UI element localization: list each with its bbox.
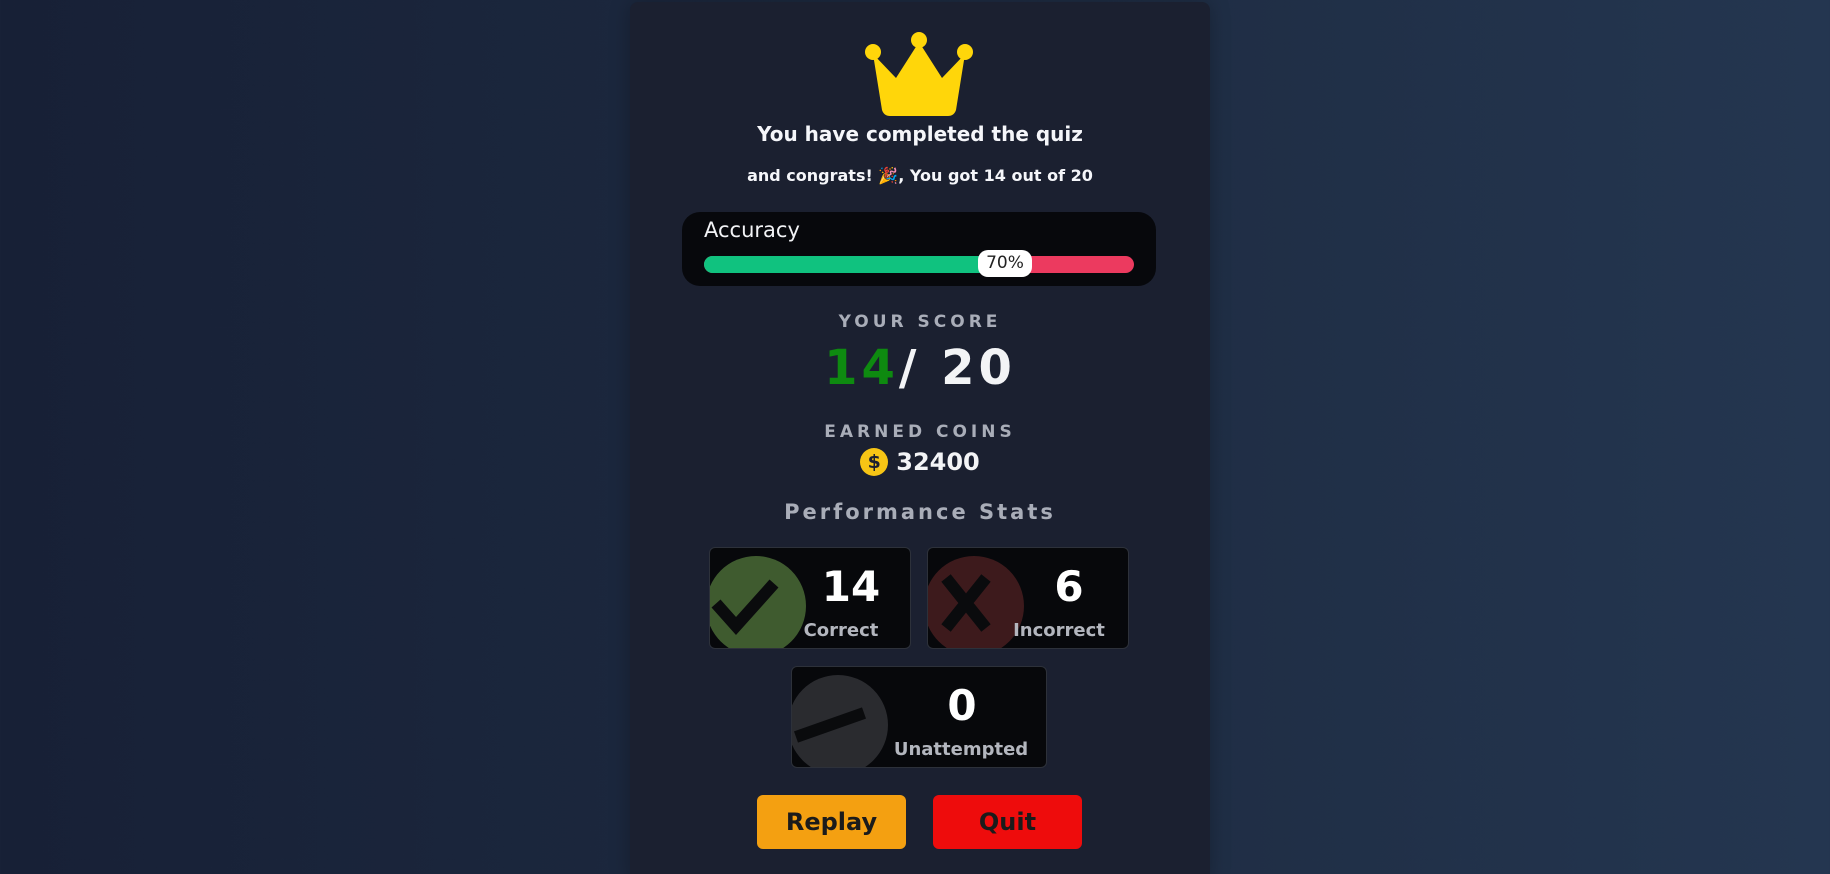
accuracy-bar-fill — [704, 256, 1005, 273]
score-total: / 20 — [898, 340, 1016, 396]
stat-correct: 14 Correct — [709, 547, 911, 649]
subtitle-prefix: and congrats! 🎉, You got — [747, 166, 979, 185]
coins-display: $ 32400 — [630, 448, 1210, 476]
stat-correct-value: 14 — [821, 562, 881, 611]
subtitle-total: 20 — [1070, 166, 1093, 185]
subtitle-got: 14 — [983, 166, 1006, 185]
stat-incorrect-value: 6 — [1054, 562, 1084, 611]
completion-subtitle: and congrats! 🎉, You got 14 out of 20 — [630, 166, 1210, 185]
coins-value: 32400 — [896, 448, 980, 476]
accuracy-percent: 70% — [978, 250, 1032, 277]
accuracy-label: Accuracy — [704, 218, 800, 242]
quit-button[interactable]: Quit — [933, 795, 1082, 849]
stat-unattempted-label: Unattempted — [893, 739, 1029, 760]
score-caption: YOUR SCORE — [838, 312, 1002, 332]
dollar-coin-icon: $ — [860, 448, 889, 476]
stat-unattempted-value: 0 — [947, 681, 977, 730]
completion-title: You have completed the quiz — [757, 122, 1083, 146]
score-display: 14/ 20 — [630, 340, 1210, 396]
crown-icon — [865, 32, 973, 116]
score-got: 14 — [824, 340, 899, 396]
subtitle-mid: out of — [1011, 166, 1066, 185]
stat-unattempted: 0 Unattempted — [791, 666, 1047, 768]
stat-correct-label: Correct — [803, 620, 879, 641]
stat-incorrect-label: Incorrect — [1013, 620, 1105, 641]
replay-button[interactable]: Replay — [757, 795, 906, 849]
dash-icon — [792, 675, 888, 767]
accuracy-panel: Accuracy 70% — [682, 212, 1156, 286]
stat-incorrect: 6 Incorrect — [927, 547, 1129, 649]
accuracy-bar: 70% — [704, 250, 1134, 277]
performance-title: Performance Stats — [784, 500, 1056, 524]
coins-caption: EARNED COINS — [824, 422, 1016, 442]
